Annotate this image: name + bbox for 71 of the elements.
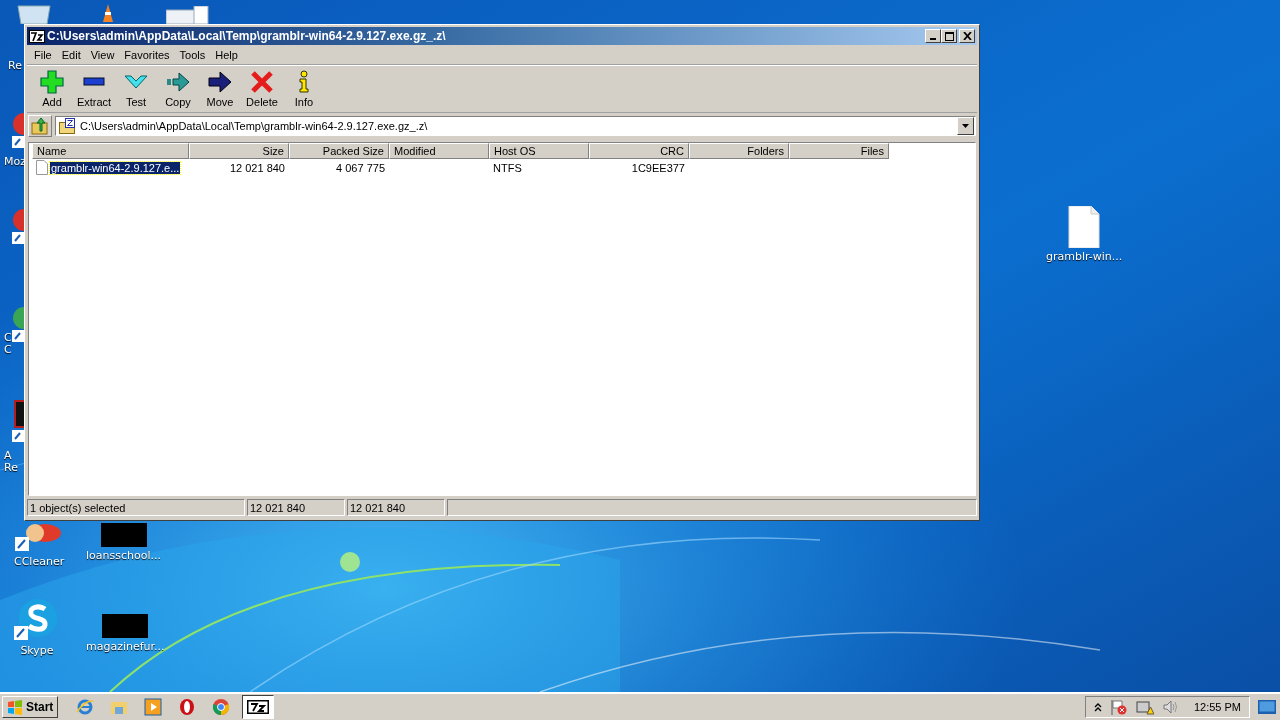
table-cell: 1C9EE377 bbox=[631, 161, 685, 174]
table-cell: 4 067 775 bbox=[336, 161, 385, 174]
recycle-bin-icon[interactable] bbox=[14, 4, 54, 24]
cross-icon bbox=[250, 70, 274, 94]
icon-label: Re bbox=[4, 462, 18, 474]
maximize-icon bbox=[944, 31, 954, 41]
column-header[interactable]: Modified bbox=[389, 143, 489, 159]
menu-item[interactable]: File bbox=[29, 48, 57, 61]
icon-label[interactable]: gramblr-win... bbox=[1046, 250, 1123, 263]
status-text: 12 021 840 bbox=[347, 499, 445, 516]
menu-item[interactable]: Tools bbox=[174, 48, 211, 61]
sevenzip-icon bbox=[29, 29, 45, 43]
clock[interactable]: 12:55 PM bbox=[1193, 701, 1241, 713]
icon-label: C bbox=[4, 332, 12, 344]
skype-icon[interactable] bbox=[14, 598, 60, 642]
column-header[interactable]: Size bbox=[189, 143, 289, 159]
thumbnail-icon[interactable] bbox=[100, 523, 147, 547]
window-title: C:\Users\admin\AppData\Local\Temp\gramblr-win64-2.9.127.exe.gz_.z\ bbox=[47, 29, 447, 43]
icon-label[interactable]: CCleaner bbox=[14, 555, 65, 568]
address-field[interactable]: C:\Users\admin\AppData\Local\Temp\gramblr-win64-2.9.127.exe.gz_.z\ bbox=[55, 116, 976, 136]
dropdown-button[interactable] bbox=[957, 117, 974, 135]
network-icon[interactable] bbox=[1135, 699, 1154, 715]
file-icon[interactable] bbox=[1067, 206, 1102, 248]
column-header[interactable]: Host OS bbox=[489, 143, 589, 159]
flag-icon[interactable] bbox=[1109, 699, 1128, 715]
thumbnail-icon[interactable] bbox=[102, 614, 149, 638]
menu-item[interactable]: Help bbox=[210, 48, 243, 61]
status-text: 1 object(s) selected bbox=[27, 499, 245, 516]
toolbar-button[interactable]: Test bbox=[115, 70, 157, 108]
caret-icon bbox=[962, 124, 969, 128]
column-header[interactable]: Name bbox=[32, 143, 189, 159]
icon-label: A bbox=[4, 450, 13, 462]
menu-item[interactable]: View bbox=[85, 48, 120, 61]
file-name[interactable]: gramblr-win64-2.9.127.e... bbox=[50, 161, 181, 174]
arrow-icon bbox=[166, 70, 190, 94]
minimize-button[interactable] bbox=[925, 29, 941, 43]
show-desktop-button[interactable] bbox=[1256, 698, 1278, 716]
icon-label[interactable]: loansschool... bbox=[86, 549, 161, 562]
close-button[interactable] bbox=[959, 29, 975, 43]
toolbar-button[interactable]: Extract bbox=[73, 70, 115, 108]
icon-label: Re bbox=[8, 60, 22, 72]
maximize-button[interactable] bbox=[941, 29, 957, 43]
column-header[interactable]: Files bbox=[789, 143, 889, 159]
column-header[interactable]: Packed Size bbox=[289, 143, 389, 159]
menu-item[interactable]: Edit bbox=[56, 48, 86, 61]
start-button[interactable]: Start bbox=[2, 696, 59, 718]
windows-logo-icon bbox=[7, 699, 23, 715]
menu-item[interactable]: Favorites bbox=[119, 48, 175, 61]
toolbar-button[interactable]: Move bbox=[199, 70, 241, 108]
column-header[interactable]: Folders bbox=[689, 143, 789, 159]
plus-icon bbox=[40, 70, 64, 94]
ccleaner-icon[interactable] bbox=[15, 523, 64, 553]
folder-up-icon bbox=[31, 117, 49, 135]
arrow-icon bbox=[208, 70, 232, 94]
speaker-icon[interactable] bbox=[1161, 699, 1178, 715]
archive-folder-icon bbox=[59, 118, 77, 134]
document-icon[interactable] bbox=[166, 6, 210, 24]
toolbar-button[interactable]: Copy bbox=[157, 70, 199, 108]
status-text: 12 021 840 bbox=[247, 499, 345, 516]
table-cell: NTFS bbox=[493, 161, 522, 174]
sevenzip-icon[interactable] bbox=[242, 695, 275, 719]
column-header[interactable]: CRC bbox=[589, 143, 689, 159]
toolbar-button[interactable]: Info bbox=[283, 70, 325, 108]
file-icon bbox=[36, 160, 48, 175]
chevron-icon[interactable] bbox=[1093, 702, 1102, 712]
toolbar-button[interactable]: Delete bbox=[241, 70, 283, 108]
close-icon bbox=[962, 32, 972, 40]
icon-label: C bbox=[4, 344, 12, 356]
up-folder-button[interactable] bbox=[28, 115, 52, 137]
toolbar-button[interactable]: Add bbox=[31, 70, 73, 108]
table-cell: 12 021 840 bbox=[229, 161, 285, 174]
